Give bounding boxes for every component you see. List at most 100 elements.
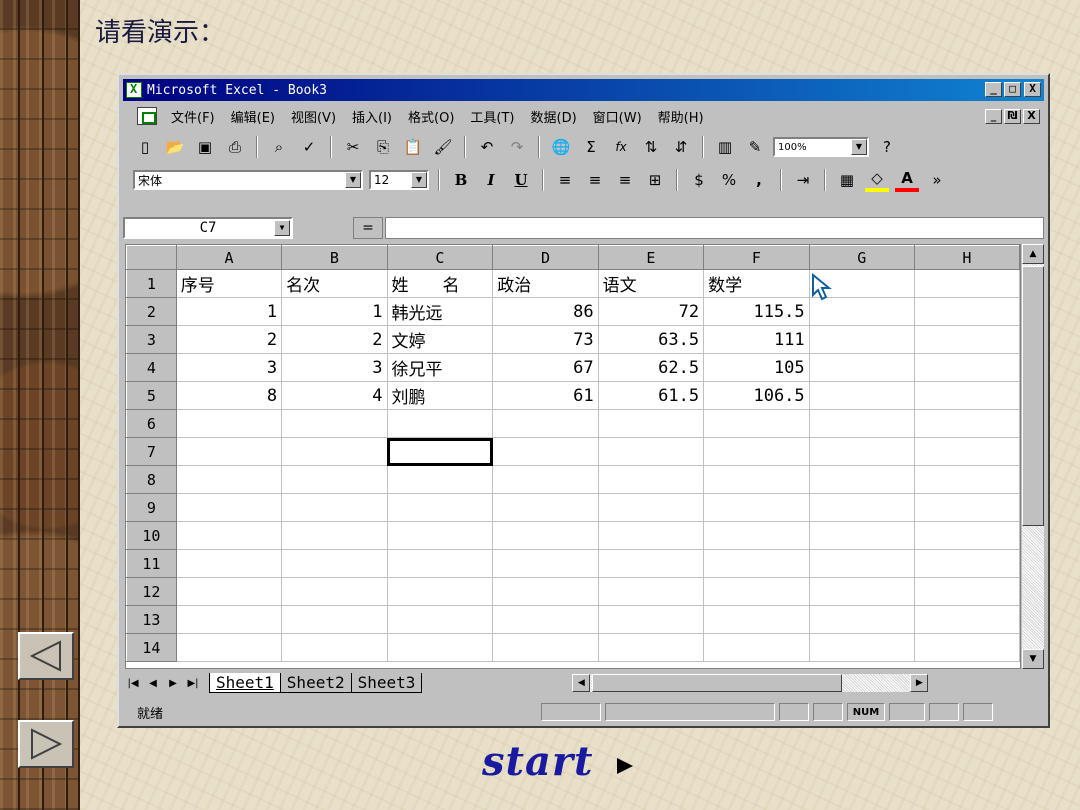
cut-icon[interactable]: ✂ bbox=[341, 135, 365, 159]
cell-b8[interactable] bbox=[281, 465, 388, 494]
cell-a14[interactable] bbox=[175, 633, 283, 662]
cell-a5[interactable]: 8 bbox=[175, 381, 283, 410]
menu-window[interactable]: 窗口(W) bbox=[585, 107, 650, 126]
cell-b14[interactable] bbox=[281, 633, 388, 662]
row-header[interactable]: 6 bbox=[126, 409, 177, 438]
chart-wizard-icon[interactable]: ▥ bbox=[713, 135, 737, 159]
cell-h2[interactable] bbox=[913, 297, 1020, 326]
cell-b4[interactable]: 3 bbox=[281, 353, 388, 382]
sheet-tab-1[interactable]: Sheet1 bbox=[209, 673, 281, 693]
cell-e8[interactable] bbox=[597, 465, 705, 494]
cell-f7[interactable] bbox=[703, 437, 810, 466]
cell-a2[interactable]: 1 bbox=[175, 297, 283, 326]
row-header[interactable]: 7 bbox=[126, 437, 177, 466]
cell-h5[interactable] bbox=[913, 381, 1020, 410]
cell-c11[interactable] bbox=[386, 549, 494, 578]
zoom-select[interactable]: 100% ▼ bbox=[773, 137, 869, 157]
cell-e14[interactable] bbox=[597, 633, 705, 662]
row-header[interactable]: 12 bbox=[126, 577, 177, 606]
cell-g11[interactable] bbox=[808, 549, 915, 578]
last-sheet-icon[interactable]: ▶| bbox=[183, 674, 203, 692]
cell-g13[interactable] bbox=[808, 605, 915, 634]
bold-button[interactable]: B bbox=[449, 168, 473, 192]
currency-icon[interactable]: $ bbox=[687, 168, 711, 192]
row-header[interactable]: 1 bbox=[126, 269, 177, 298]
cell-d10[interactable] bbox=[492, 521, 599, 550]
row-header[interactable]: 8 bbox=[126, 465, 177, 494]
scroll-down-icon[interactable]: ▼ bbox=[1022, 649, 1044, 669]
cell-d14[interactable] bbox=[492, 633, 599, 662]
vertical-scrollbar[interactable]: ▲ ▼ bbox=[1022, 244, 1044, 669]
cell-a1[interactable]: 序号 bbox=[175, 269, 283, 298]
name-box[interactable]: C7 ▼ bbox=[123, 217, 293, 239]
cell-g3[interactable] bbox=[808, 325, 915, 354]
cell-d2[interactable]: 86 bbox=[492, 297, 599, 326]
undo-icon[interactable]: ↶ bbox=[475, 135, 499, 159]
cell-c1[interactable]: 姓 名 bbox=[386, 269, 494, 298]
column-header-g[interactable]: G bbox=[808, 245, 915, 270]
column-header-f[interactable]: F bbox=[703, 245, 810, 270]
sort-descending-icon[interactable]: ⇵ bbox=[669, 135, 693, 159]
cell-d11[interactable] bbox=[492, 549, 599, 578]
cell-g8[interactable] bbox=[808, 465, 915, 494]
cell-c5[interactable]: 刘鹏 bbox=[386, 381, 494, 410]
scroll-left-icon[interactable]: ◀ bbox=[572, 674, 591, 692]
cell-a9[interactable] bbox=[175, 493, 283, 522]
cell-d1[interactable]: 政治 bbox=[492, 269, 599, 298]
spelling-icon[interactable]: ✓ bbox=[297, 135, 321, 159]
cell-d7[interactable] bbox=[492, 437, 599, 466]
cell-b13[interactable] bbox=[281, 605, 388, 634]
doc-minimize-button[interactable]: _ bbox=[985, 108, 1002, 124]
cell-h14[interactable] bbox=[913, 633, 1020, 662]
cell-f9[interactable] bbox=[703, 493, 810, 522]
sheet-tab-3[interactable]: Sheet3 bbox=[350, 673, 423, 693]
menu-edit[interactable]: 编辑(E) bbox=[223, 107, 283, 126]
sheet-tab-2[interactable]: Sheet2 bbox=[279, 673, 352, 693]
row-header[interactable]: 2 bbox=[126, 297, 177, 326]
save-icon[interactable]: ▣ bbox=[193, 135, 217, 159]
column-header-e[interactable]: E bbox=[597, 245, 705, 270]
start-link[interactable]: start bbox=[482, 738, 593, 785]
cell-h13[interactable] bbox=[913, 605, 1020, 634]
cell-c9[interactable] bbox=[386, 493, 494, 522]
cell-d5[interactable]: 61 bbox=[492, 381, 599, 410]
cell-c6[interactable] bbox=[386, 409, 494, 438]
cell-e4[interactable]: 62.5 bbox=[597, 353, 705, 382]
cell-a13[interactable] bbox=[175, 605, 283, 634]
cell-a11[interactable] bbox=[175, 549, 283, 578]
cell-e11[interactable] bbox=[597, 549, 705, 578]
next-sheet-icon[interactable]: ▶ bbox=[163, 674, 183, 692]
cell-h1[interactable] bbox=[913, 269, 1020, 298]
cell-f13[interactable] bbox=[703, 605, 810, 634]
align-right-icon[interactable]: ≡ bbox=[613, 168, 637, 192]
workbook-icon[interactable] bbox=[137, 107, 157, 125]
menu-help[interactable]: 帮助(H) bbox=[650, 107, 712, 126]
chevron-down-icon[interactable]: ▼ bbox=[411, 172, 427, 188]
cell-c12[interactable] bbox=[386, 577, 494, 606]
cell-h8[interactable] bbox=[913, 465, 1020, 494]
font-size-select[interactable]: 12 ▼ bbox=[369, 170, 429, 190]
row-header[interactable]: 14 bbox=[126, 633, 177, 662]
cell-f2[interactable]: 115.5 bbox=[703, 297, 810, 326]
chevron-down-icon[interactable]: ▼ bbox=[851, 139, 867, 155]
cell-e1[interactable]: 语文 bbox=[597, 269, 705, 298]
cell-g14[interactable] bbox=[808, 633, 915, 662]
menu-insert[interactable]: 插入(I) bbox=[344, 107, 400, 126]
open-folder-icon[interactable]: 📂 bbox=[163, 135, 187, 159]
first-sheet-icon[interactable]: |◀ bbox=[123, 674, 143, 692]
menu-format[interactable]: 格式(O) bbox=[400, 107, 462, 126]
cell-h3[interactable] bbox=[913, 325, 1020, 354]
maximize-button[interactable]: □ bbox=[1004, 82, 1021, 97]
select-all-corner[interactable] bbox=[126, 245, 177, 270]
menu-file[interactable]: 文件(F) bbox=[163, 107, 223, 126]
menu-tools[interactable]: 工具(T) bbox=[462, 107, 522, 126]
chevron-down-icon[interactable]: ▼ bbox=[345, 172, 361, 188]
cell-h9[interactable] bbox=[913, 493, 1020, 522]
cell-d6[interactable] bbox=[492, 409, 599, 438]
menu-view[interactable]: 视图(V) bbox=[283, 107, 344, 126]
chevron-down-icon[interactable]: ▼ bbox=[274, 220, 290, 236]
drawing-icon[interactable]: ✎ bbox=[743, 135, 767, 159]
horizontal-scroll-thumb[interactable] bbox=[592, 674, 843, 692]
scroll-right-icon[interactable]: ▶ bbox=[910, 674, 929, 692]
cell-d4[interactable]: 67 bbox=[492, 353, 599, 382]
